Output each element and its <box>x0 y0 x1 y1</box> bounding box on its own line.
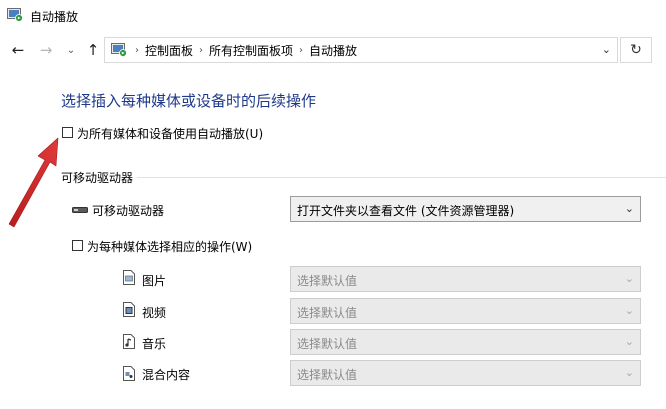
chevron-down-icon: ⌄ <box>624 272 634 285</box>
breadcrumb-item-control-panel[interactable]: 控制面板 <box>143 42 195 59</box>
mixed-content-action-select[interactable]: 选择默认值 ⌄ <box>290 360 641 386</box>
breadcrumb-separator-icon[interactable]: › <box>195 45 207 56</box>
chevron-down-icon: ⌄ <box>624 202 634 215</box>
pictures-action-value: 选择默认值 <box>297 274 358 288</box>
address-history-chevron-icon[interactable]: ⌄ <box>602 43 611 56</box>
removable-drives-section-title: 可移动驱动器 <box>61 171 134 185</box>
videos-action-value: 选择默认值 <box>297 306 358 320</box>
up-arrow-icon[interactable]: ↑ <box>83 39 103 61</box>
chevron-down-icon: ⌄ <box>624 304 634 317</box>
address-bar[interactable]: › 控制面板 › 所有控制面板项 › 自动播放 ⌄ <box>104 37 618 63</box>
removable-drive-icon <box>72 207 88 213</box>
section-divider <box>137 177 666 178</box>
choose-each-media-checkbox[interactable] <box>72 240 83 251</box>
page-heading: 选择插入每种媒体或设备时的后续操作 <box>61 92 317 110</box>
picture-file-icon <box>123 270 135 285</box>
use-autoplay-all-checkbox[interactable] <box>62 127 73 138</box>
music-file-icon <box>123 334 135 349</box>
autoplay-location-icon <box>111 43 127 57</box>
breadcrumb-separator-icon[interactable]: › <box>295 45 307 56</box>
breadcrumb-item-autoplay[interactable]: 自动播放 <box>307 42 359 59</box>
removable-drive-action-value: 打开文件夹以查看文件 (文件资源管理器) <box>297 204 515 218</box>
breadcrumb-separator-icon: › <box>135 44 139 56</box>
media-label-mixed-content: 混合内容 <box>142 368 191 382</box>
window-title: 自动播放 <box>30 10 79 24</box>
forward-arrow-icon[interactable]: → <box>36 39 56 61</box>
chevron-down-icon: ⌄ <box>624 335 634 348</box>
media-label-videos: 视频 <box>142 306 167 320</box>
chevron-down-icon: ⌄ <box>624 366 634 379</box>
removable-drive-action-select[interactable]: 打开文件夹以查看文件 (文件资源管理器) ⌄ <box>290 196 641 222</box>
refresh-icon[interactable]: ↻ <box>620 37 652 63</box>
back-arrow-icon[interactable]: ← <box>8 39 28 61</box>
video-file-icon <box>123 302 135 317</box>
title-bar <box>0 0 666 32</box>
media-label-music: 音乐 <box>142 337 167 351</box>
mixed-content-action-value: 选择默认值 <box>297 368 358 382</box>
videos-action-select[interactable]: 选择默认值 ⌄ <box>290 298 641 324</box>
mixed-content-file-icon <box>123 366 135 381</box>
breadcrumb-item-all-items[interactable]: 所有控制面板项 <box>207 42 295 59</box>
music-action-select[interactable]: 选择默认值 ⌄ <box>290 329 641 355</box>
use-autoplay-all-label[interactable]: 为所有媒体和设备使用自动播放(U) <box>77 125 263 142</box>
media-label-pictures: 图片 <box>142 274 167 288</box>
removable-drive-label: 可移动驱动器 <box>92 204 165 218</box>
chevron-down-icon[interactable]: ⌄ <box>61 39 81 61</box>
choose-each-media-label[interactable]: 为每种媒体选择相应的操作(W) <box>87 238 252 255</box>
pictures-action-select[interactable]: 选择默认值 ⌄ <box>290 266 641 292</box>
music-action-value: 选择默认值 <box>297 337 358 351</box>
autoplay-app-icon <box>7 8 23 22</box>
